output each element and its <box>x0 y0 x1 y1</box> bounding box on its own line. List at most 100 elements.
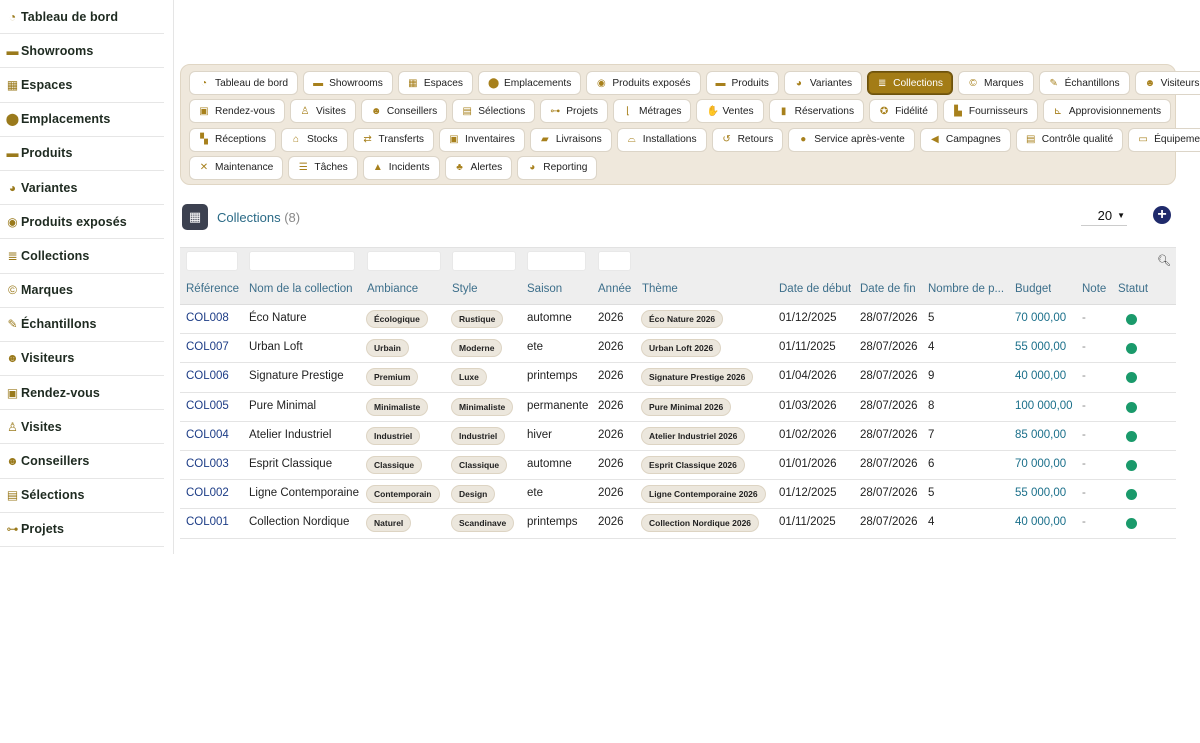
column-header-5[interactable]: Année <box>598 283 631 295</box>
eye-icon: ◉ <box>7 214 18 229</box>
column-header-6[interactable]: Thème <box>642 283 678 295</box>
page-size-select[interactable]: 20 ▼ <box>1081 205 1127 226</box>
nav-chip-label: Fournisseurs <box>968 105 1028 117</box>
sidebar-item-3[interactable]: ⬤ Emplacements <box>0 103 164 137</box>
nav-chip-2-8[interactable]: ◀ Campagnes <box>919 127 1011 152</box>
nav-chip-1-6[interactable]: ✋ Ventes <box>696 99 764 124</box>
nav-chip-3-4[interactable]: ◕ Reporting <box>517 155 598 180</box>
search-icon[interactable]: 🔍︎ <box>1157 254 1171 267</box>
column-header-11[interactable]: Note <box>1082 283 1106 295</box>
nav-chip-0-2[interactable]: ▦ Espaces <box>397 71 473 95</box>
nav-chip-0-5[interactable]: ▬ Produits <box>705 71 779 95</box>
table-row[interactable]: COL005 Pure Minimal Minimaliste Minimaliste… <box>180 392 1176 422</box>
ruler-icon: ⌊ <box>626 105 630 117</box>
table-row[interactable]: COL006 Signature Prestige Premium Luxe print… <box>180 363 1176 393</box>
nav-chip-1-9[interactable]: ▙ Fournisseurs <box>942 99 1038 124</box>
nav-chip-2-6[interactable]: ↺ Retours <box>711 127 784 152</box>
nav-chip-2-10[interactable]: ▭ Équipements <box>1128 127 1200 152</box>
filter-name-input[interactable] <box>249 251 355 271</box>
column-header-12[interactable]: Statut <box>1118 283 1148 295</box>
filter-reference-input[interactable] <box>186 251 238 271</box>
column-header-4[interactable]: Saison <box>527 283 562 295</box>
nav-chip-2-0[interactable]: ▚ Réceptions <box>189 127 276 152</box>
sidebar-item-14[interactable]: ▤ Sélections <box>0 479 164 513</box>
sidebar-item-13[interactable]: ☻ Conseillers <box>0 444 164 479</box>
nav-chip-1-0[interactable]: ▣ Rendez-vous <box>189 99 286 124</box>
table-row[interactable]: COL003 Esprit Classique Classique Classique… <box>180 450 1176 481</box>
sidebar-item-5[interactable]: ◕ Variantes <box>0 171 164 206</box>
filter-ambiance-input[interactable] <box>367 251 441 271</box>
nav-chip-0-10[interactable]: ☻ Visiteurs <box>1134 71 1200 95</box>
cell-ref[interactable]: COL001 <box>186 516 229 528</box>
sidebar-item-0[interactable]: ◔ Tableau de bord <box>0 0 164 35</box>
nav-chip-0-4[interactable]: ◉ Produits exposés <box>586 71 701 95</box>
column-header-9[interactable]: Nombre de p... <box>928 283 1004 295</box>
nav-chip-2-1[interactable]: ⌂ Stocks <box>280 127 348 152</box>
column-header-0[interactable]: Référence <box>186 283 239 295</box>
nav-chip-3-3[interactable]: ♣ Alertes <box>444 155 513 180</box>
nav-chip-1-1[interactable]: ♙ Visites <box>290 99 356 124</box>
cell-ref[interactable]: COL003 <box>186 458 229 470</box>
table-row[interactable]: COL001 Collection Nordique Naturel Scandina… <box>180 509 1176 539</box>
nav-chip-2-2[interactable]: ⇄ Transferts <box>352 127 435 152</box>
sidebar-item-6[interactable]: ◉ Produits exposés <box>0 205 164 240</box>
nav-chip-2-4[interactable]: ▰ Livraisons <box>529 127 612 152</box>
nav-chip-3-1[interactable]: ☰ Tâches <box>288 155 358 180</box>
sidebar-item-10[interactable]: ☻ Visiteurs <box>0 342 164 377</box>
status-indicator <box>1126 459 1137 471</box>
table-row[interactable]: COL007 Urban Loft Urbain Moderne ete 2026 Urba… <box>180 334 1176 364</box>
cell-ref[interactable]: COL002 <box>186 487 229 499</box>
sidebar-item-15[interactable]: ⊶ Projets <box>0 513 164 547</box>
sidebar-item-11[interactable]: ▣ Rendez-vous <box>0 376 164 411</box>
nav-chip-2-7[interactable]: ● Service après-vente <box>788 127 915 152</box>
column-header-3[interactable]: Style <box>452 283 478 295</box>
nav-chip-0-8[interactable]: © Marques <box>958 71 1034 95</box>
nav-chip-2-3[interactable]: ▣ Inventaires <box>439 127 525 152</box>
filter-saison-input[interactable] <box>527 251 586 271</box>
nav-chip-3-0[interactable]: ✕ Maintenance <box>189 155 284 180</box>
column-header-1[interactable]: Nom de la collection <box>249 283 353 295</box>
nav-chip-3-2[interactable]: ▲ Incidents <box>362 155 440 180</box>
sidebar-item-7[interactable]: ≣ Collections <box>0 239 164 274</box>
nav-chip-0-6[interactable]: ◕ Variantes <box>783 71 863 95</box>
cell-ref[interactable]: COL008 <box>186 312 229 324</box>
nav-chip-1-5[interactable]: ⌊ Métrages <box>612 99 692 124</box>
sidebar-item-8[interactable]: © Marques <box>0 274 164 308</box>
nav-chip-1-7[interactable]: ▮ Réservations <box>768 99 865 124</box>
nav-chip-1-3[interactable]: ▤ Sélections <box>452 99 536 124</box>
cell-note: - <box>1082 312 1086 324</box>
filter-annee-input[interactable] <box>598 251 631 271</box>
cell-ref[interactable]: COL007 <box>186 341 229 353</box>
nav-chip-2-5[interactable]: ⌓ Installations <box>616 127 707 152</box>
sidebar-item-4[interactable]: ▬ Produits <box>0 137 164 171</box>
table-row[interactable]: COL004 Atelier Industriel Industriel Indust… <box>180 421 1176 451</box>
sidebar-item-9[interactable]: ✎ Échantillons <box>0 308 164 342</box>
nav-chip-1-8[interactable]: ✪ Fidélité <box>869 99 938 124</box>
nav-chip-0-9[interactable]: ✎ Échantillons <box>1038 71 1130 95</box>
nav-chip-1-10[interactable]: ⊾ Approvisionnements <box>1042 99 1172 124</box>
nav-chip-1-4[interactable]: ⊶ Projets <box>540 99 608 124</box>
column-header-10[interactable]: Budget <box>1015 283 1051 295</box>
sidebar-item-2[interactable]: ▦ Espaces <box>0 68 164 103</box>
nav-chip-2-9[interactable]: ▤ Contrôle qualité <box>1015 127 1124 152</box>
sidebar-item-1[interactable]: ▬ Showrooms <box>0 34 164 69</box>
nav-chip-0-0[interactable]: ◔ Tableau de bord <box>189 71 299 95</box>
cell-ref[interactable]: COL004 <box>186 429 229 441</box>
table-row[interactable]: COL008 Éco Nature Écologique Rustique automn… <box>180 305 1176 335</box>
sidebar-item-12[interactable]: ♙ Visites <box>0 410 164 445</box>
nav-chip-0-3[interactable]: ⬤ Emplacements <box>477 71 582 95</box>
table-row[interactable]: COL002 Ligne Contemporaine Contemporain Des… <box>180 480 1176 510</box>
cell-ref[interactable]: COL006 <box>186 370 229 382</box>
column-header-8[interactable]: Date de fin <box>860 283 916 295</box>
column-header-7[interactable]: Date de début <box>779 283 851 295</box>
cell-ref[interactable]: COL005 <box>186 400 229 412</box>
nav-chip-1-2[interactable]: ☻ Conseillers <box>360 99 448 124</box>
nav-chip-0-7[interactable]: ≣ Collections <box>867 71 953 95</box>
nav-chip-0-1[interactable]: ▬ Showrooms <box>303 71 393 95</box>
column-header-2[interactable]: Ambiance <box>367 283 418 295</box>
sidebar-item-label: Rendez-vous <box>21 385 100 400</box>
filter-style-input[interactable] <box>452 251 516 271</box>
warning-icon: ▲ <box>372 162 383 174</box>
add-collection-button[interactable]: + <box>1153 206 1171 224</box>
cell-saison: ete <box>527 487 543 500</box>
